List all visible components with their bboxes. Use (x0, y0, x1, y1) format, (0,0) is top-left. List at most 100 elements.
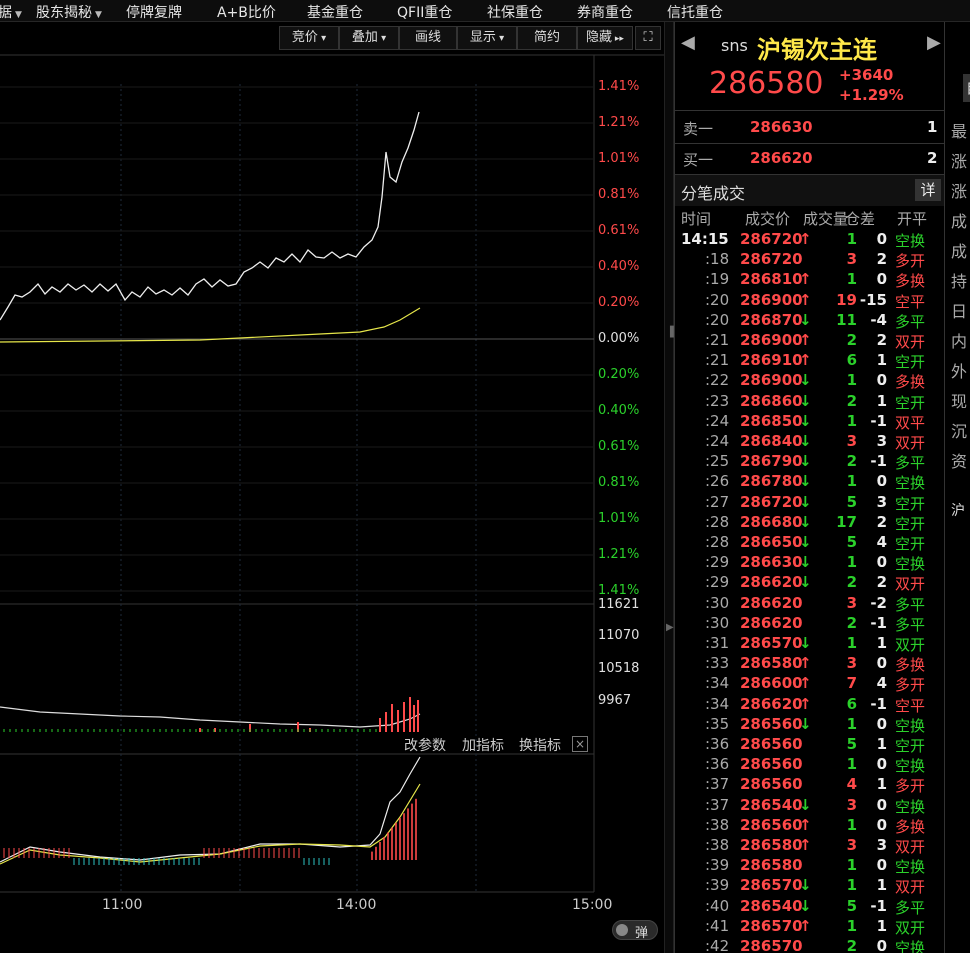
nav-item-2[interactable]: 停牌复牌 (126, 2, 182, 22)
arrow-down-icon: ↓ (799, 371, 812, 390)
tick-oi-change: -1 (870, 411, 887, 430)
next-arrow-icon[interactable]: ▶ (927, 32, 941, 53)
tick-time: :39 (705, 876, 730, 895)
price-axis-label: 1.41% (598, 79, 640, 94)
close-icon[interactable]: × (572, 736, 588, 752)
tick-volume: 6 (846, 694, 857, 713)
side-stat-label: 资 (951, 452, 968, 471)
tick-price: 286680 (740, 512, 803, 531)
tick-row: :30 286620 2 -1 多平 (675, 614, 937, 634)
side-stat-label: 涨 (951, 182, 968, 201)
tick-volume: 1 (846, 856, 857, 875)
tick-oi-change: 2 (876, 250, 887, 269)
tick-volume: 1 (846, 916, 857, 935)
display-button-label: 显示 (469, 30, 496, 45)
arrow-down-icon: ↓ (799, 876, 812, 895)
tick-volume: 1 (846, 230, 857, 248)
nav-item-0[interactable]: 据 ▼ (0, 2, 22, 22)
nav-item-label: 券商重仓 (577, 5, 633, 21)
side-stat-label: 现 (951, 392, 968, 411)
tick-oi-change: 2 (876, 331, 887, 349)
volume-axis-label: 9967 (598, 693, 632, 708)
intraday-chart-pane[interactable]: 竞价 ▾ 叠加 ▾ 画线 显示 ▾ 简约 隐藏 ▸▸ ⛶ 1.41% 1.21% 1.01% 0.… (0, 22, 664, 953)
change-params-button[interactable]: 改参数 (404, 735, 446, 755)
tick-type: 双开 (895, 636, 926, 654)
tick-price: 286560 (740, 815, 803, 834)
tick-oi-change: 1 (876, 916, 887, 935)
tick-price: 286860 (740, 391, 803, 410)
arrow-up-icon: ↑ (799, 351, 812, 370)
tick-type: 空换 (895, 555, 926, 574)
tick-type: 多开 (895, 252, 926, 271)
nav-item-8[interactable]: 信托重仓 (667, 2, 723, 22)
arrow-down-icon: ↓ (799, 452, 812, 471)
hide-button[interactable]: 隐藏 ▸▸ (577, 26, 633, 50)
fullscreen-icon[interactable]: ⛶ (635, 26, 661, 50)
nav-item-1[interactable]: 股东揭秘 ▼ (36, 2, 102, 22)
price-axis-label: 0.40% (598, 403, 640, 418)
tick-row: :33 286580 ↑ 3 0 多换 (675, 654, 937, 674)
side-stat-label: 日 (951, 302, 968, 321)
ticks-list[interactable]: 14:15 286720 ↑ 1 0 空换:18 286720 3 2 多开:19 286810 ↑ 1… (675, 230, 945, 953)
nav-item-label: A+B比价 (217, 5, 276, 21)
tick-oi-change: 0 (876, 371, 887, 390)
tick-oi-change: 0 (876, 654, 887, 673)
popup-toggle-label: 弹 (635, 926, 649, 941)
nav-item-3[interactable]: A+B比价 (217, 2, 276, 22)
side-stat-label: 持 (951, 272, 968, 291)
tick-time: :40 (705, 896, 730, 915)
tick-type: 双开 (895, 918, 926, 937)
draw-line-button[interactable]: 画线 (399, 26, 457, 50)
nav-item-label: QFII重仓 (397, 5, 453, 21)
tick-time: :20 (705, 310, 730, 329)
switch-indicator-button[interactable]: 换指标 (519, 735, 561, 755)
ticks-title: 分笔成交 (681, 184, 746, 203)
detail-button[interactable]: 详 (915, 179, 941, 201)
display-button[interactable]: 显示 ▾ (457, 26, 517, 50)
tick-row: :25 286790 ↓ 2 -1 多平 (675, 452, 937, 472)
simple-mode-button[interactable]: 简约 (517, 26, 577, 50)
side-stat-label: 涨 (951, 152, 968, 171)
bid-volume: 2 (927, 149, 938, 167)
nav-item-6[interactable]: 社保重仓 (487, 2, 543, 22)
tick-volume: 2 (846, 937, 857, 953)
volume-axis-label: 11070 (598, 628, 640, 643)
collapse-arrow-icon[interactable]: ▐ (666, 327, 674, 338)
price-axis-label: 1.01% (598, 511, 640, 526)
self-select-button[interactable]: 自 (963, 74, 970, 102)
price-change-pct: +1.29% (839, 86, 904, 104)
ticks-column-header: 时间 (681, 210, 712, 228)
tick-time: :39 (705, 856, 730, 875)
tick-oi-change: 2 (876, 512, 887, 531)
ticks-column-header: 成交量 (803, 210, 849, 228)
tick-oi-change: -1 (870, 896, 887, 915)
tick-price: 286570 (740, 916, 803, 935)
tick-time: :26 (705, 472, 730, 491)
tick-volume: 1 (846, 634, 857, 652)
time-axis-label: 15:00 (572, 897, 613, 913)
ticks-column-header: 仓差 (845, 210, 876, 228)
tick-price: 286560 (740, 775, 803, 794)
intraday-chart[interactable] (0, 22, 664, 953)
bid-label: 买一 (683, 151, 714, 169)
pane-splitter[interactable]: ▶ ▐ (664, 22, 674, 953)
tick-price: 286560 (740, 755, 803, 774)
bid-button[interactable]: 竞价 ▾ (279, 26, 339, 50)
collapse-arrow-icon[interactable]: ▶ (666, 622, 674, 633)
nav-item-4[interactable]: 基金重仓 (307, 2, 363, 22)
prev-arrow-icon[interactable]: ◀ (681, 32, 695, 53)
nav-item-7[interactable]: 券商重仓 (577, 2, 633, 22)
tick-oi-change: -2 (870, 593, 887, 612)
tick-type: 空换 (895, 232, 926, 250)
tick-price: 286570 (740, 634, 803, 652)
tick-price: 286810 (740, 270, 803, 289)
tick-volume: 1 (846, 472, 857, 491)
bid-price: 286620 (750, 149, 813, 167)
overlay-button[interactable]: 叠加 ▾ (339, 26, 399, 50)
tick-price: 286650 (740, 533, 803, 551)
popup-toggle[interactable]: 弹 (612, 920, 658, 941)
tick-time: :31 (705, 634, 730, 652)
price-line (0, 111, 420, 321)
add-indicator-button[interactable]: 加指标 (462, 735, 504, 755)
nav-item-5[interactable]: QFII重仓 (397, 2, 452, 22)
